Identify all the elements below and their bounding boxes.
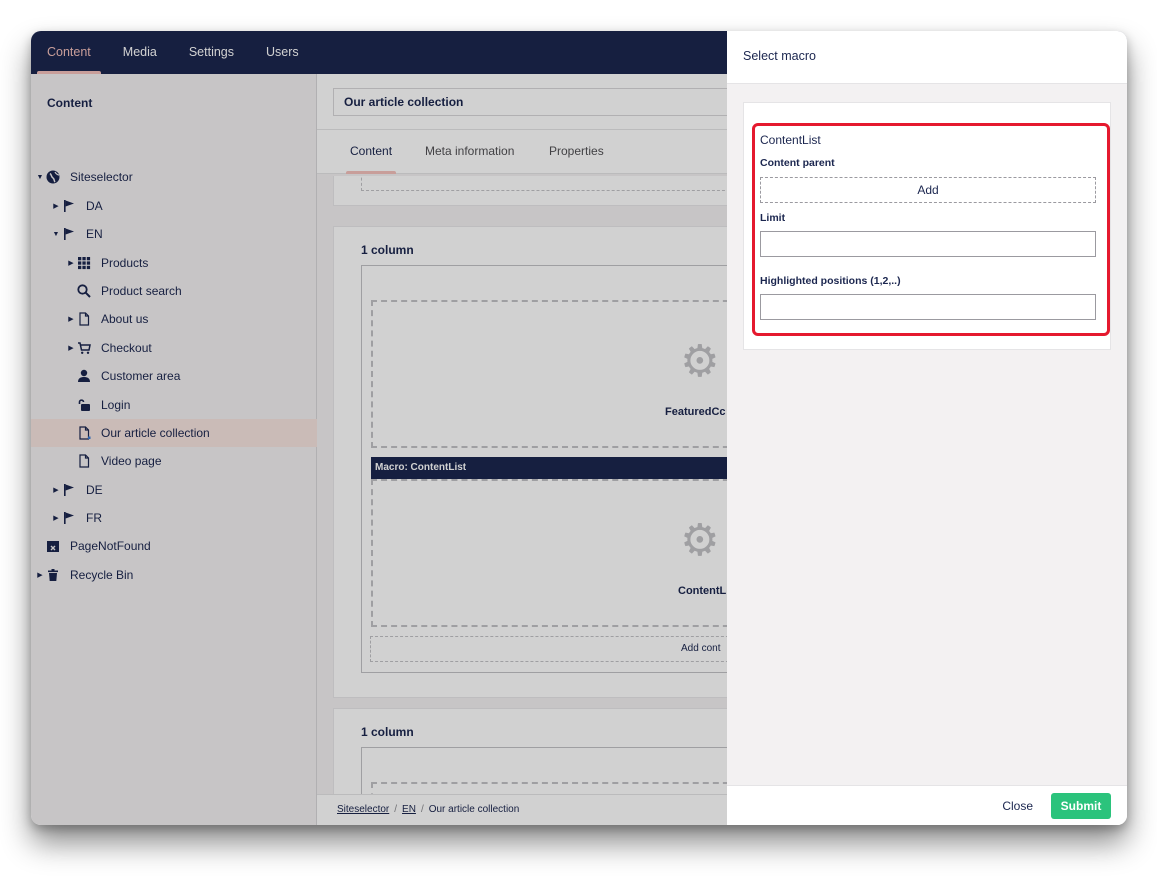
macro-parameters-panel: ContentList Content parent Add Limit Hig… — [743, 102, 1111, 350]
dialog-title: Select macro — [743, 49, 816, 63]
highlighted-positions-label: Highlighted positions (1,2,..) — [760, 275, 901, 287]
highlighted-positions-input[interactable] — [760, 294, 1096, 320]
dialog-footer: Close Submit — [727, 785, 1127, 825]
macro-name: ContentList — [760, 133, 821, 147]
content-parent-add-button[interactable]: Add — [760, 177, 1096, 203]
app-window: Content Media Settings Users Content ▼ S… — [31, 31, 1127, 825]
close-button[interactable]: Close — [1002, 799, 1033, 813]
dialog-header: Select macro — [727, 31, 1127, 84]
submit-button[interactable]: Submit — [1051, 793, 1111, 819]
limit-input[interactable] — [760, 231, 1096, 257]
select-macro-dialog: Select macro ContentList Content parent … — [727, 31, 1127, 825]
content-parent-label: Content parent — [760, 157, 835, 169]
modal-backdrop[interactable] — [31, 31, 727, 825]
limit-label: Limit — [760, 212, 786, 224]
